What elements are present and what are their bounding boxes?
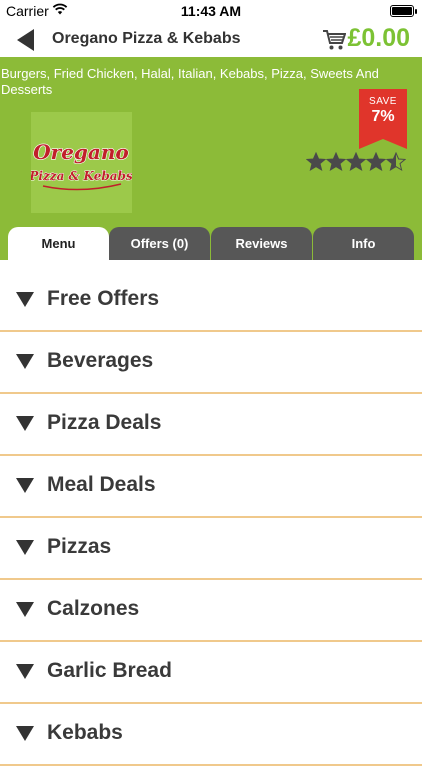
- menu-category[interactable]: Free Offers: [0, 270, 422, 332]
- category-name: Free Offers: [47, 287, 160, 310]
- nav-bar: Oregano Pizza & Kebabs £0.00: [0, 22, 422, 57]
- star-icon: [365, 151, 387, 172]
- tab-menu[interactable]: Menu: [8, 227, 109, 260]
- menu-category[interactable]: Meal Deals: [0, 456, 422, 518]
- clock: 11:43 AM: [180, 3, 242, 19]
- menu-category[interactable]: Garlic Bread: [0, 642, 422, 704]
- tab-info[interactable]: Info: [313, 227, 414, 260]
- menu-category[interactable]: Pizzas: [0, 518, 422, 580]
- menu-category[interactable]: Pizza Deals: [0, 394, 422, 456]
- logo-line1: Oregano: [33, 140, 129, 164]
- cart-total[interactable]: £0.00: [347, 24, 410, 53]
- menu-category-list: Free Offers Beverages Pizza Deals Meal D…: [0, 270, 422, 766]
- star-icon: [385, 151, 407, 172]
- triangle-down-icon: [16, 292, 34, 307]
- star-icon: [305, 151, 327, 172]
- category-name: Garlic Bread: [47, 659, 172, 682]
- restaurant-logo: Oregano Pizza & Kebabs: [28, 112, 133, 213]
- save-percent: 7%: [371, 108, 395, 125]
- restaurant-title: Oregano Pizza & Kebabs: [52, 30, 241, 47]
- triangle-down-icon: [16, 540, 34, 555]
- category-name: Meal Deals: [47, 473, 156, 496]
- cuisine-list: Burgers, Fried Chicken, Halal, Italian, …: [1, 66, 379, 97]
- triangle-down-icon: [16, 726, 34, 741]
- triangle-down-icon: [16, 354, 34, 369]
- shopping-cart-icon[interactable]: [322, 29, 347, 51]
- restaurant-header: Burgers, Fried Chicken, Halal, Italian, …: [0, 57, 422, 260]
- triangle-down-icon: [16, 478, 34, 493]
- battery-icon: [390, 5, 417, 17]
- save-badge: SAVE 7%: [359, 89, 407, 149]
- menu-category[interactable]: Calzones: [0, 580, 422, 642]
- category-name: Beverages: [47, 349, 154, 372]
- tab-reviews[interactable]: Reviews: [211, 227, 312, 260]
- category-name: Calzones: [47, 597, 140, 620]
- category-name: Kebabs: [47, 721, 123, 744]
- category-name: Pizzas: [47, 535, 112, 558]
- star-icon: [345, 151, 367, 172]
- menu-category[interactable]: Beverages: [0, 332, 422, 394]
- category-name: Pizza Deals: [47, 411, 162, 434]
- save-label: SAVE: [369, 96, 397, 107]
- tab-offers[interactable]: Offers (0): [109, 227, 210, 260]
- triangle-down-icon: [16, 602, 34, 617]
- triangle-down-icon: [16, 664, 34, 679]
- logo-line2: Pizza & Kebabs: [31, 169, 132, 183]
- star-rating: [305, 151, 407, 176]
- status-bar: Carrier 11:43 AM: [0, 0, 422, 22]
- triangle-down-icon: [16, 416, 34, 431]
- star-icon: [325, 151, 347, 172]
- menu-category[interactable]: Kebabs: [0, 704, 422, 766]
- back-arrow-icon[interactable]: [14, 28, 38, 52]
- tab-bar: Menu Offers (0) Reviews Info: [8, 227, 414, 260]
